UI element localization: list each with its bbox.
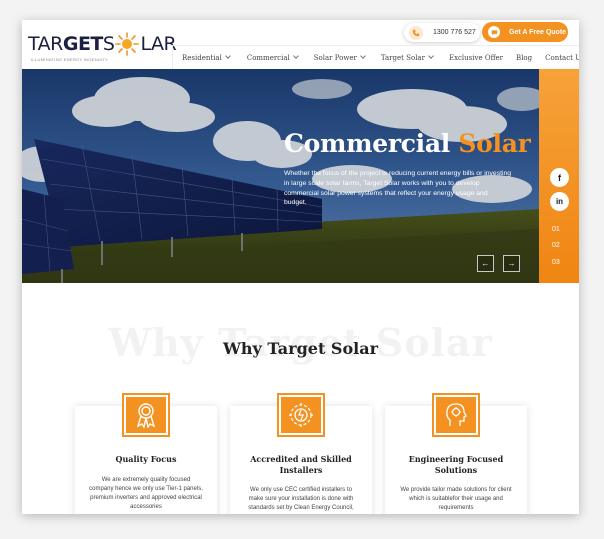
chat-icon [488, 26, 500, 38]
chevron-down-icon [225, 53, 231, 59]
facebook-icon[interactable]: f [550, 168, 569, 187]
nav-item-target-solar[interactable]: Target Solar [380, 53, 434, 62]
engineering-head-icon [446, 403, 467, 426]
phone-link[interactable]: 1300 776 527 [404, 23, 480, 42]
logo-text-tar: TAR [28, 33, 63, 55]
phone-number: 1300 776 527 [433, 29, 476, 36]
slider-prev-button[interactable]: ← [477, 255, 494, 272]
nav-label: Commercial [246, 53, 290, 62]
award-ribbon-icon [136, 403, 156, 428]
logo-text-get: GET [62, 33, 104, 55]
nav-item-residential[interactable]: Residential [182, 53, 231, 62]
slide-indicator-1[interactable]: 01 [552, 226, 560, 233]
logo-text-lar: LAR [140, 33, 177, 55]
certified-sun-gear-icon [289, 403, 313, 427]
card-text: We are extremely quality focused company… [89, 477, 203, 510]
main-nav: Residential Commercial Solar Power Targe… [172, 45, 579, 69]
card-icon-frame [432, 393, 480, 437]
hero-title-accent: Solar [458, 129, 531, 158]
slide-indicator-3[interactable]: 03 [552, 259, 560, 266]
facebook-glyph: f [558, 172, 561, 183]
quote-button-label: Get A Free Quote [509, 28, 567, 36]
sun-icon [115, 32, 140, 56]
hero-title-white: Commercial [284, 129, 450, 158]
logo-text-s: S [102, 33, 115, 55]
nav-item-exclusive-offer[interactable]: Exclusive Offer [449, 54, 503, 62]
feature-card-installers: Accredited and Skilled Installers We onl… [230, 393, 372, 514]
hero-title: Commercial Solar [284, 129, 531, 158]
card-title: Quality Focus [115, 454, 177, 464]
nav-label: Target Solar [380, 53, 425, 62]
nav-item-contact-us[interactable]: Contact Us [545, 54, 579, 62]
site-header: TAR GET S LAR ILLUMINATING ENERGY INGENUIT… [22, 20, 579, 69]
slide-indicator-2[interactable]: 02 [552, 242, 560, 249]
card-text: We provide tailor made solutions for cli… [400, 487, 512, 511]
nav-label: Blog [516, 53, 533, 62]
linkedin-icon[interactable]: in [550, 192, 569, 211]
chevron-down-icon [428, 53, 434, 59]
card-title: Engineering Focused Solutions [408, 454, 504, 475]
feature-card-engineering: Engineering Focused Solutions We provide… [385, 393, 527, 514]
slider-next-button[interactable]: → [503, 255, 520, 272]
phone-icon [409, 25, 423, 40]
nav-label: Residential [182, 53, 222, 62]
card-icon-frame [122, 393, 170, 437]
hero-description: Whether the focus of the project is redu… [284, 170, 512, 207]
arrow-right-icon: → [507, 259, 516, 268]
card-icon-frame [277, 393, 325, 437]
nav-label: Solar Power [313, 53, 357, 62]
feature-card-quality: Quality Focus We are extremely quality f… [75, 393, 217, 514]
get-free-quote-button[interactable]: Get A Free Quote [482, 22, 568, 42]
nav-label: Exclusive Offer [448, 53, 504, 62]
nav-item-commercial[interactable]: Commercial [246, 53, 299, 62]
section-title: Why Target Solar [222, 339, 379, 358]
page-frame: TAR GET S LAR ILLUMINATING ENERGY INGENUIT… [22, 20, 579, 514]
chevron-down-icon [292, 53, 299, 59]
arrow-left-icon: ← [481, 259, 490, 268]
card-title: Accredited and Skilled Installers [250, 454, 352, 475]
card-text: We only use CEC certified installers to … [248, 487, 354, 511]
hero-banner: Commercial Solar Whether the focus of th… [22, 69, 539, 283]
nav-label: Contact Us [545, 53, 579, 62]
linkedin-glyph: in [555, 197, 564, 206]
target-solar-logo[interactable]: TAR GET S LAR ILLUMINATING ENERGY INGENUIT… [28, 32, 177, 62]
nav-item-solar-power[interactable]: Solar Power [313, 53, 366, 62]
logo-tagline: ILLUMINATING ENERGY INGENUITY [31, 57, 109, 62]
nav-item-blog[interactable]: Blog [516, 54, 532, 62]
chevron-down-icon [360, 53, 366, 59]
